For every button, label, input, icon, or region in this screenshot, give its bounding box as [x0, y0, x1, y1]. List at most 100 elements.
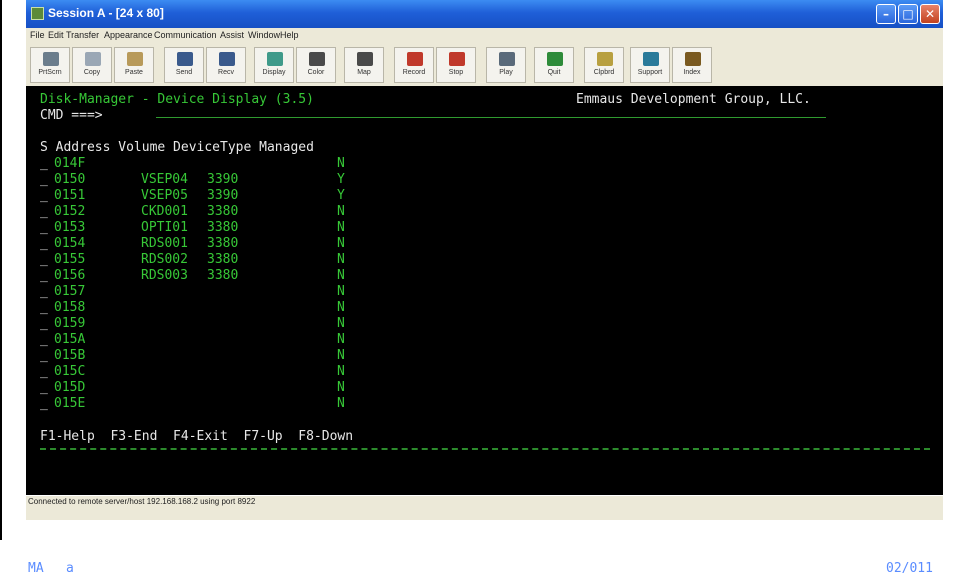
- row-address: 0159: [54, 316, 86, 331]
- toolbar-copy-button[interactable]: Copy: [72, 47, 112, 83]
- toolbar-index-button[interactable]: Index: [672, 47, 712, 83]
- emulator-window: Session A - [24 x 80] – □ ✕ File Edit Tr…: [26, 0, 943, 576]
- row-select-field[interactable]: _: [40, 348, 48, 364]
- command-input[interactable]: [156, 117, 826, 118]
- row-device-type: 3380: [207, 236, 239, 251]
- status-bar: Connected to remote server/host 192.168.…: [26, 495, 943, 510]
- maximize-button[interactable]: □: [898, 4, 918, 24]
- app-icon: [31, 7, 44, 20]
- toolbar-label: Display: [262, 69, 286, 76]
- toolbar-label: Map: [357, 69, 371, 76]
- session-indicator: a: [66, 561, 74, 576]
- column-headers: S Address Volume DeviceType Managed: [40, 140, 314, 155]
- window-title: Session A - [24 x 80]: [48, 6, 164, 20]
- menu-help[interactable]: Help: [280, 30, 299, 40]
- row-address: 015B: [54, 348, 86, 363]
- row-managed: N: [337, 156, 345, 171]
- row-address: 015D: [54, 380, 86, 395]
- row-managed: N: [337, 236, 345, 251]
- row-address: 0152: [54, 204, 86, 219]
- menu-file[interactable]: File: [30, 30, 45, 40]
- toolbar-prtscrn-button[interactable]: PrtScrn: [30, 47, 70, 83]
- color-icon: [309, 52, 325, 66]
- screen-title: Disk-Manager - Device Display (3.5): [40, 92, 314, 107]
- toolbar-label: Index: [683, 69, 701, 76]
- menu-assist[interactable]: Assist: [220, 30, 244, 40]
- row-managed: N: [337, 348, 345, 363]
- row-select-field[interactable]: _: [40, 316, 48, 332]
- toolbar-stop-button[interactable]: Stop: [436, 47, 476, 83]
- row-address: 0157: [54, 284, 86, 299]
- toolbar-clpbrd-button[interactable]: Clpbrd: [584, 47, 624, 83]
- row-select-field[interactable]: _: [40, 236, 48, 252]
- row-device-type: 3380: [207, 204, 239, 219]
- row-select-field[interactable]: _: [40, 204, 48, 220]
- row-address: 015C: [54, 364, 86, 379]
- terminal-status-row: MA a 02/011: [26, 561, 943, 577]
- row-managed: N: [337, 284, 345, 299]
- row-volume: VSEP04: [141, 172, 188, 187]
- toolbar-quit-button[interactable]: Quit: [534, 47, 574, 83]
- row-select-field[interactable]: _: [40, 156, 48, 172]
- row-address: 0155: [54, 252, 86, 267]
- title-bar[interactable]: Session A - [24 x 80] – □ ✕: [26, 0, 943, 28]
- row-managed: N: [337, 396, 345, 411]
- minimize-button[interactable]: –: [876, 4, 896, 24]
- row-managed: N: [337, 316, 345, 331]
- row-managed: N: [337, 380, 345, 395]
- toolbar-label: Record: [402, 69, 426, 76]
- toolbar-map-button[interactable]: Map: [344, 47, 384, 83]
- toolbar-color-button[interactable]: Color: [296, 47, 336, 83]
- toolbar-recv-button[interactable]: Recv: [206, 47, 246, 83]
- menu-transfer[interactable]: Transfer: [66, 30, 99, 40]
- toolbar-play-button[interactable]: Play: [486, 47, 526, 83]
- toolbar-label: Color: [307, 69, 325, 76]
- row-managed: Y: [337, 188, 345, 203]
- terminal-screen[interactable]: Disk-Manager - Device Display (3.5) Emma…: [26, 86, 943, 576]
- toolbar-label: Clpbrd: [593, 69, 615, 76]
- row-address: 0154: [54, 236, 86, 251]
- cursor-position: 02/011: [886, 561, 933, 576]
- row-select-field[interactable]: _: [40, 284, 48, 300]
- row-volume: VSEP05: [141, 188, 188, 203]
- function-keys: F1-Help F3-End F4-Exit F7-Up F8-Down: [40, 429, 354, 444]
- toolbar-label: Quit: [547, 69, 561, 76]
- separator-line: [40, 448, 930, 450]
- cmd-prompt: CMD ===>: [40, 108, 103, 123]
- mode-indicator: MA: [28, 561, 44, 576]
- toolbar-display-button[interactable]: Display: [254, 47, 294, 83]
- toolbar-support-button[interactable]: Support: [630, 47, 670, 83]
- row-select-field[interactable]: _: [40, 380, 48, 396]
- menu-bar: File Edit Transfer Appearance Communicat…: [26, 28, 943, 44]
- row-select-field[interactable]: _: [40, 300, 48, 316]
- clipboard-icon: [597, 52, 613, 66]
- toolbar-record-button[interactable]: Record: [394, 47, 434, 83]
- display-icon: [267, 52, 283, 66]
- menu-communication[interactable]: Communication: [154, 30, 217, 40]
- close-button[interactable]: ✕: [920, 4, 940, 24]
- row-select-field[interactable]: _: [40, 364, 48, 380]
- toolbar-label: Support: [637, 69, 663, 76]
- paste-icon: [127, 52, 143, 66]
- row-select-field[interactable]: _: [40, 396, 48, 412]
- row-select-field[interactable]: _: [40, 188, 48, 204]
- row-volume: RDS002: [141, 252, 188, 267]
- menu-edit[interactable]: Edit: [48, 30, 64, 40]
- row-select-field[interactable]: _: [40, 252, 48, 268]
- row-managed: N: [337, 204, 345, 219]
- row-select-field[interactable]: _: [40, 332, 48, 348]
- toolbar-label: Copy: [83, 69, 101, 76]
- connection-status: Connected to remote server/host 192.168.…: [28, 497, 256, 506]
- index-icon: [685, 52, 701, 66]
- toolbar-send-button[interactable]: Send: [164, 47, 204, 83]
- row-volume: RDS003: [141, 268, 188, 283]
- toolbar-label: Paste: [125, 69, 143, 76]
- row-device-type: 3380: [207, 220, 239, 235]
- menu-appearance[interactable]: Appearance: [104, 30, 153, 40]
- row-select-field[interactable]: _: [40, 268, 48, 284]
- row-select-field[interactable]: _: [40, 220, 48, 236]
- menu-window[interactable]: Window: [248, 30, 280, 40]
- row-select-field[interactable]: _: [40, 172, 48, 188]
- toolbar-paste-button[interactable]: Paste: [114, 47, 154, 83]
- row-device-type: 3380: [207, 252, 239, 267]
